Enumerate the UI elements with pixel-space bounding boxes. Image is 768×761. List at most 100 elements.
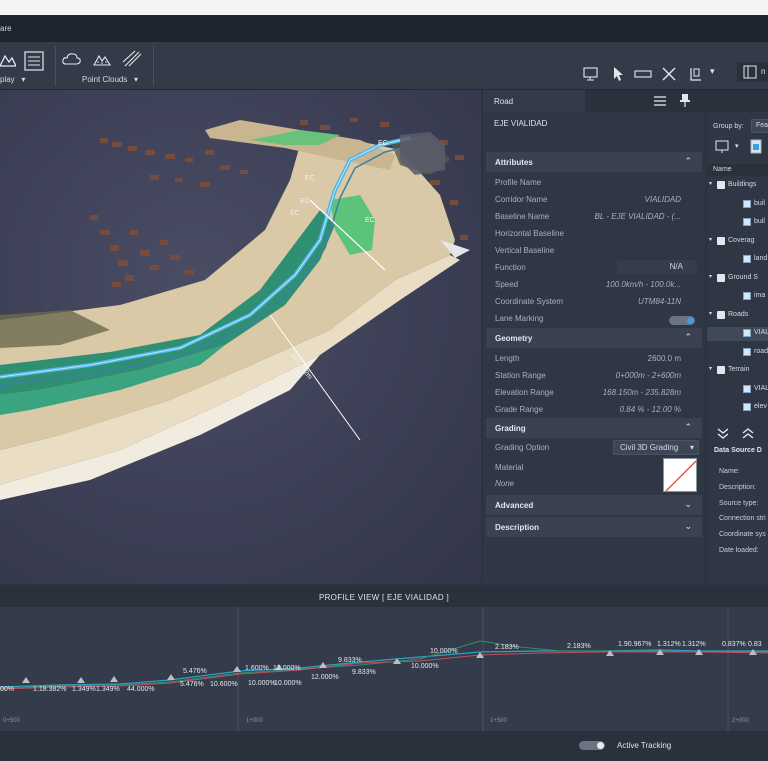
menu-icon[interactable]	[654, 96, 666, 106]
grade-label: 1.349%	[96, 686, 120, 693]
grade-label: 1.312%	[682, 641, 706, 648]
material-swatch[interactable]	[663, 458, 697, 492]
name-column-header[interactable]: Name	[707, 164, 768, 176]
toolbar-more-dropdown[interactable]: ▾	[710, 66, 715, 77]
grade-label: 1.90.967%	[618, 641, 652, 648]
profile-view[interactable]: 00% 1.18.382% 1.349% 1.349% 44.000% 5.476% 5.4…	[0, 607, 768, 731]
tree-item[interactable]: road	[707, 346, 768, 360]
grade-label: 0.837%	[722, 641, 746, 648]
folder-icon	[717, 236, 725, 245]
point-clouds-dropdown[interactable]: Point Clouds ▾	[82, 75, 138, 84]
viewport-station-label: EC	[290, 210, 300, 217]
tree-item[interactable]: buil	[707, 198, 768, 212]
chevron-down-icon[interactable]: ▾	[709, 365, 712, 372]
title-bar: are	[0, 15, 768, 42]
tree-label: Ground S	[728, 273, 758, 281]
active-tracking-toggle[interactable]	[579, 741, 605, 750]
chevron-down-icon[interactable]: ▾	[709, 310, 712, 317]
attribute-key: Coordinate System	[495, 297, 564, 306]
group-by-select[interactable]: Fea	[751, 119, 768, 133]
properties-tab[interactable]: Road	[483, 90, 585, 112]
expand-all-icon[interactable]	[742, 427, 754, 439]
grade-label: 2.183%	[567, 643, 591, 650]
monitor-icon[interactable]	[583, 66, 599, 82]
cloud-icon[interactable]	[62, 50, 82, 68]
chevron-down-icon[interactable]: ▾	[709, 180, 712, 187]
chevron-down-icon[interactable]: ▾	[735, 142, 739, 150]
tree-item[interactable]: elev	[707, 401, 768, 415]
viewport-station-label: EC	[378, 140, 388, 147]
cross-tools-icon[interactable]	[661, 66, 677, 82]
tree-item[interactable]: land	[707, 253, 768, 267]
geometry-key: Station Range	[495, 371, 546, 380]
tree-item[interactable]: ima	[707, 290, 768, 304]
tree-label: buil	[754, 218, 765, 225]
cloud-mountain-icon[interactable]	[92, 50, 112, 68]
document-icon[interactable]	[749, 139, 763, 155]
attribute-key: Horizontal Baseline	[495, 229, 564, 238]
file-icon	[743, 403, 751, 411]
ribbon-separator	[153, 46, 154, 86]
file-icon	[743, 329, 751, 337]
tree-folder[interactable]: ▾ Buildings	[707, 179, 768, 193]
add-source-icon[interactable]	[715, 140, 731, 154]
tree-item[interactable]: buil	[707, 216, 768, 230]
terrain-display-icon[interactable]	[0, 52, 16, 68]
grading-option-select[interactable]: Civil 3D Grading ▾	[613, 440, 699, 455]
cursor-select-icon[interactable]	[610, 66, 626, 82]
collapse-all-icon[interactable]	[717, 427, 729, 439]
tree-item[interactable]: VIAL	[707, 383, 768, 397]
3d-viewport[interactable]: EC EC EC EC EC 347.432m	[0, 90, 481, 584]
point-cloud-clip-icon[interactable]	[122, 50, 142, 68]
tree-label: ima	[754, 292, 766, 299]
measure-icon[interactable]	[634, 66, 652, 82]
display-dropdown[interactable]: play ▾	[0, 75, 25, 84]
toolbar-right-box[interactable]: n	[737, 62, 768, 82]
folder-icon	[717, 273, 725, 282]
tree-folder[interactable]: ▾ Ground S	[707, 272, 768, 286]
tree-label: Buildings	[728, 181, 757, 188]
attribute-row: Lane Marking	[495, 314, 695, 328]
attribute-row: Profile Name	[495, 178, 695, 192]
folder-icon	[717, 181, 725, 189]
station-tick-label: 2+000	[732, 718, 749, 724]
tree-folder[interactable]: ▾ Roads	[707, 309, 768, 323]
chevron-down-icon[interactable]: ▾	[709, 236, 712, 243]
grading-section-header[interactable]: Grading ⌃	[486, 418, 702, 438]
description-section-header[interactable]: Description ⌄	[486, 517, 702, 537]
properties-header: Road	[483, 90, 705, 112]
attributes-section-header[interactable]: Attributes ⌃	[486, 152, 702, 172]
function-select[interactable]: N/A	[617, 260, 697, 274]
geometry-value: 168.150m - 235.828m	[602, 388, 681, 397]
tree-folder[interactable]: ▾ Coverag	[707, 235, 768, 249]
data-source-field: Source type:	[719, 499, 759, 507]
tree-folder[interactable]: ▾ Terrain	[707, 364, 768, 378]
lane-marking-toggle[interactable]	[669, 316, 695, 325]
app-title: are	[0, 24, 12, 33]
advanced-section-header[interactable]: Advanced ⌄	[486, 495, 702, 515]
chevron-down-icon[interactable]: ▾	[709, 273, 712, 280]
geometry-key: Elevation Range	[495, 388, 554, 397]
grade-label: 00%	[0, 686, 15, 693]
clipboard-icon[interactable]	[688, 66, 704, 82]
pin-icon[interactable]	[680, 94, 690, 108]
attribute-key: Corridor Name	[495, 195, 548, 204]
list-display-icon[interactable]	[24, 51, 44, 71]
tree-item[interactable]: VIAL	[707, 327, 768, 341]
station-tick-label: 0+500	[3, 718, 20, 724]
viewport-station-label: EC	[305, 175, 315, 182]
data-source-field: Description:	[719, 483, 756, 491]
data-source-field: Coordinate sys	[719, 531, 766, 539]
geometry-section-header[interactable]: Geometry ⌃	[486, 328, 702, 348]
attribute-value: UTM84-11N	[638, 297, 681, 306]
grade-label: 2.183%	[495, 644, 519, 651]
status-bar: Active Tracking	[0, 731, 768, 761]
geometry-row: Station Range 0+000m - 2+600m	[495, 371, 695, 385]
chevron-up-icon: ⌃	[684, 156, 692, 166]
chevron-down-icon: ▾	[689, 443, 694, 452]
grade-label: 10.600%	[210, 681, 238, 688]
grade-label: 10.000%	[411, 663, 439, 670]
chevron-up-icon: ⌃	[684, 422, 692, 432]
file-icon	[743, 255, 751, 263]
tree-label: Terrain	[728, 366, 750, 373]
